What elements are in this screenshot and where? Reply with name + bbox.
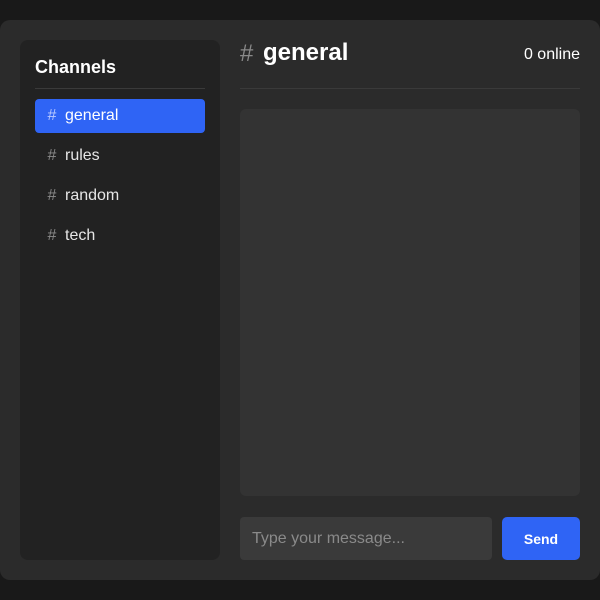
channel-title: general bbox=[263, 39, 349, 66]
hash-icon: # bbox=[240, 40, 254, 67]
hash-icon: # bbox=[47, 187, 57, 204]
hash-icon: # bbox=[47, 227, 57, 244]
sidebar-item-label: rules bbox=[65, 147, 100, 164]
online-count: 0 online bbox=[523, 46, 580, 63]
messages-area[interactable] bbox=[240, 109, 580, 496]
sidebar-item-label: tech bbox=[65, 227, 96, 244]
message-input[interactable] bbox=[240, 517, 492, 560]
sidebar-title: Channels bbox=[35, 57, 117, 77]
send-button[interactable]: Send bbox=[502, 517, 580, 560]
sidebar-item-label: random bbox=[65, 187, 120, 204]
channels-sidebar: Channels # general # rules # random # te… bbox=[20, 40, 220, 560]
header-divider bbox=[240, 88, 580, 89]
channel-list: # general # rules # random # tech bbox=[35, 99, 205, 259]
sidebar-item-tech[interactable]: # tech bbox=[35, 219, 205, 253]
sidebar-item-general[interactable]: # general bbox=[35, 99, 205, 133]
hash-icon: # bbox=[47, 107, 57, 124]
sidebar-divider bbox=[35, 88, 205, 89]
chat-app-window: Channels # general # rules # random # te… bbox=[0, 20, 600, 580]
sidebar-item-rules[interactable]: # rules bbox=[35, 139, 205, 173]
hash-icon: # bbox=[47, 147, 57, 164]
sidebar-item-random[interactable]: # random bbox=[35, 179, 205, 213]
sidebar-item-label: general bbox=[65, 107, 119, 124]
